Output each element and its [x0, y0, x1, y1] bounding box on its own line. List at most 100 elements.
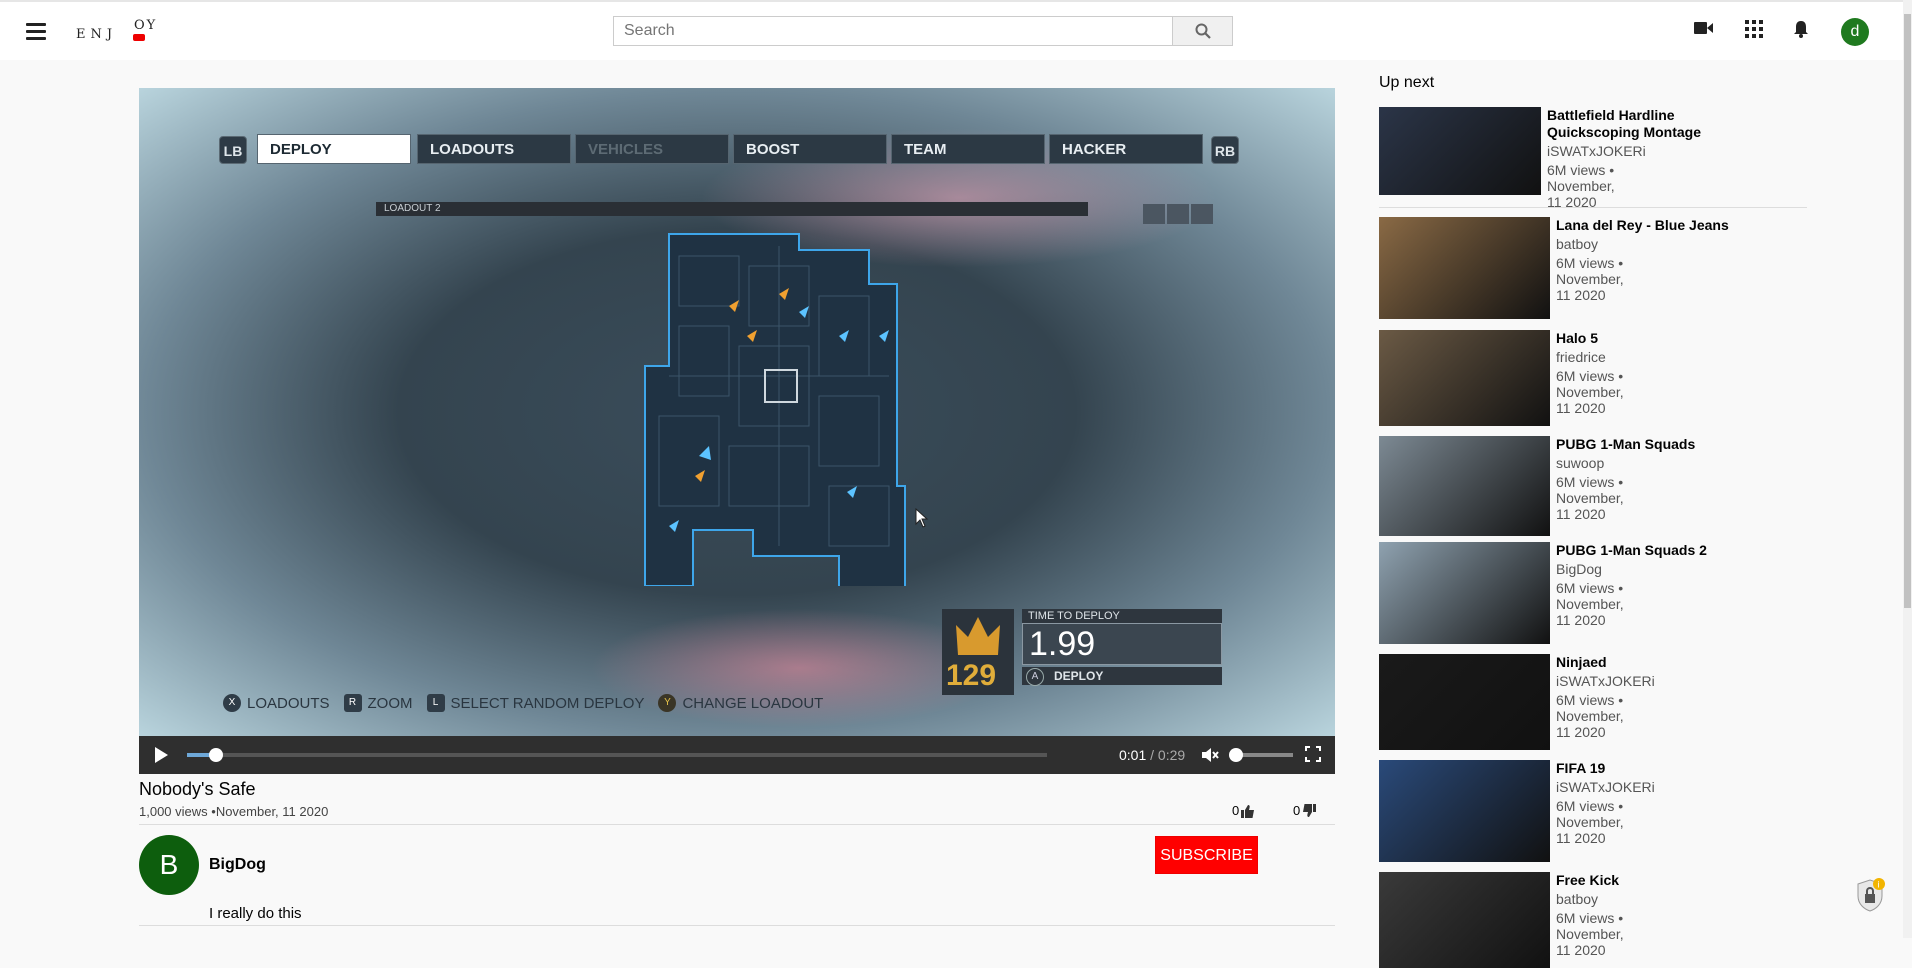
- r-trigger-icon: R: [343, 694, 362, 712]
- video-thumbnail[interactable]: [1379, 217, 1550, 319]
- hud-hint: X LOADOUTS: [223, 694, 330, 712]
- hud-hint-label: LOADOUTS: [247, 694, 330, 712]
- logo-text-main: ENJ: [76, 27, 118, 42]
- channel-name[interactable]: BigDog: [209, 856, 266, 874]
- recommendation-title[interactable]: Free Kick: [1556, 872, 1776, 889]
- divider: [1379, 207, 1807, 208]
- video-controls: 0:01 / 0:29: [139, 736, 1335, 774]
- fullscreen-icon[interactable]: [1305, 746, 1321, 762]
- hud-tab-deploy: DEPLOY: [257, 134, 411, 164]
- recommendation-meta: 6M views • November, 11 2020: [1556, 474, 1624, 522]
- time-display: 0:01 / 0:29: [1119, 747, 1185, 763]
- video-title: Nobody's Safe: [139, 779, 256, 799]
- page-scrollbar[interactable]: [1903, 0, 1912, 938]
- recommendation-meta: 6M views • November, 11 2020: [1556, 368, 1624, 416]
- recommendation-meta: 6M views • November, 11 2020: [1547, 162, 1615, 210]
- mute-icon[interactable]: [1201, 747, 1219, 763]
- recommendation-channel[interactable]: suwoop: [1556, 455, 1604, 471]
- recommendation-title[interactable]: PUBG 1-Man Squads 2: [1556, 542, 1776, 559]
- scrollbar-thumb[interactable]: [1904, 14, 1911, 608]
- video-thumbnail[interactable]: [1379, 542, 1550, 644]
- hud-lb-key: LB: [219, 136, 247, 164]
- video-camera-icon[interactable]: [1694, 20, 1714, 41]
- hud-link-icon: [1143, 204, 1165, 224]
- video-thumbnail[interactable]: [1379, 107, 1541, 195]
- recommendation-title[interactable]: FIFA 19: [1556, 760, 1776, 777]
- hud-squad-icon: [1167, 204, 1189, 224]
- volume-slider[interactable]: [1229, 748, 1293, 762]
- play-icon[interactable]: [155, 747, 168, 763]
- progress-bar[interactable]: [187, 748, 1047, 762]
- apps-grid-icon[interactable]: [1745, 20, 1763, 43]
- recommendation-title[interactable]: Ninjaed: [1556, 654, 1776, 671]
- up-next-heading: Up next: [1379, 74, 1435, 91]
- channel-avatar[interactable]: B: [139, 835, 199, 895]
- user-avatar[interactable]: d: [1841, 18, 1869, 46]
- l-trigger-icon: L: [426, 694, 445, 712]
- video-thumbnail[interactable]: [1379, 760, 1550, 862]
- video-meta: 1,000 views •November, 11 2020: [139, 804, 329, 819]
- video-thumbnail[interactable]: [1379, 436, 1550, 536]
- hud-crown-badge: 129: [942, 609, 1014, 695]
- time-separator: /: [1146, 747, 1158, 763]
- video-thumbnail[interactable]: [1379, 872, 1550, 968]
- hud-hint-label: CHANGE LOADOUT: [682, 694, 824, 712]
- search-button[interactable]: [1172, 16, 1233, 46]
- hud-a-button-icon: A: [1026, 668, 1044, 686]
- hud-hint-label: SELECT RANDOM DEPLOY: [450, 694, 645, 712]
- recommendation-channel[interactable]: iSWATxJOKERi: [1547, 143, 1646, 159]
- privacy-lock-icon[interactable]: i: [1855, 878, 1885, 912]
- mouse-cursor-icon: [915, 508, 929, 528]
- recommendation-title[interactable]: Halo 5: [1556, 330, 1776, 347]
- hud-tab-loadouts: LOADOUTS: [417, 134, 571, 164]
- video-description: I really do this: [209, 905, 302, 922]
- volume-knob[interactable]: [1229, 748, 1243, 762]
- thumbs-down-icon: [1303, 803, 1317, 817]
- video-thumbnail[interactable]: [1379, 654, 1550, 750]
- recommendation-title[interactable]: Battlefield Hardline Quickscoping Montag…: [1547, 107, 1767, 141]
- hud-tab-vehicles: VEHICLES: [575, 134, 729, 164]
- hud-hint: Y CHANGE LOADOUT: [658, 694, 823, 712]
- recommendation-meta: 6M views • November, 11 2020: [1556, 910, 1624, 958]
- search-box: [613, 16, 1173, 46]
- hud-hint-label: ZOOM: [367, 694, 413, 712]
- logo-text-tail: OY: [134, 18, 158, 33]
- progress-knob[interactable]: [209, 748, 224, 762]
- y-button-icon: Y: [658, 694, 677, 712]
- recommendation-title[interactable]: Lana del Rey - Blue Jeans: [1556, 217, 1776, 234]
- logo[interactable]: ENJ OY: [76, 16, 156, 46]
- recommendation-meta: 6M views • November, 11 2020: [1556, 255, 1624, 303]
- recommendation-meta: 6M views • November, 11 2020: [1556, 798, 1624, 846]
- divider: [139, 824, 1335, 825]
- hud-deploy-panel: 129 TIME TO DEPLOY 1.99 DEPLOY A: [942, 605, 1242, 695]
- recommendation-meta: 6M views • November, 11 2020: [1556, 580, 1624, 628]
- menu-icon[interactable]: [26, 20, 46, 40]
- hud-hint: R ZOOM: [343, 694, 413, 712]
- search-input[interactable]: [614, 17, 1172, 45]
- dislike-button[interactable]: 0: [1293, 803, 1317, 818]
- hud-loadout-bar: LOADOUT 2: [376, 202, 1088, 216]
- recommendation-channel[interactable]: iSWATxJOKERi: [1556, 779, 1655, 795]
- duration: 0:29: [1157, 747, 1186, 763]
- recommendation-channel[interactable]: batboy: [1556, 236, 1598, 252]
- hud-minimap: [644, 233, 906, 586]
- recommendation-channel[interactable]: iSWATxJOKERi: [1556, 673, 1655, 689]
- notifications-bell-icon[interactable]: [1793, 20, 1809, 43]
- recommendation-channel[interactable]: friedrice: [1556, 349, 1606, 365]
- hud-tab-boost: BOOST: [733, 134, 887, 164]
- top-bar: ENJ OY d: [0, 0, 1903, 60]
- like-button[interactable]: 0: [1232, 803, 1255, 818]
- svg-text:i: i: [1878, 880, 1880, 890]
- video-thumbnail[interactable]: [1379, 330, 1550, 426]
- hud-tab-team: TEAM: [891, 134, 1045, 164]
- hud-rb-key: RB: [1211, 136, 1239, 164]
- subscribe-button[interactable]: SUBSCRIBE: [1155, 836, 1258, 874]
- recommendation-channel[interactable]: BigDog: [1556, 561, 1602, 577]
- video-player[interactable]: LB DEPLOY LOADOUTS VEHICLES BOOST TEAM H…: [139, 88, 1335, 736]
- recommendation-title[interactable]: PUBG 1-Man Squads: [1556, 436, 1776, 453]
- recommendation-channel[interactable]: batboy: [1556, 891, 1598, 907]
- crown-icon: [956, 617, 1000, 655]
- hud-hints: X LOADOUTS R ZOOM L SELECT RANDOM DEPLOY YC…: [223, 694, 823, 712]
- hud-globe-icon: [1191, 204, 1213, 224]
- x-button-icon: X: [223, 694, 241, 712]
